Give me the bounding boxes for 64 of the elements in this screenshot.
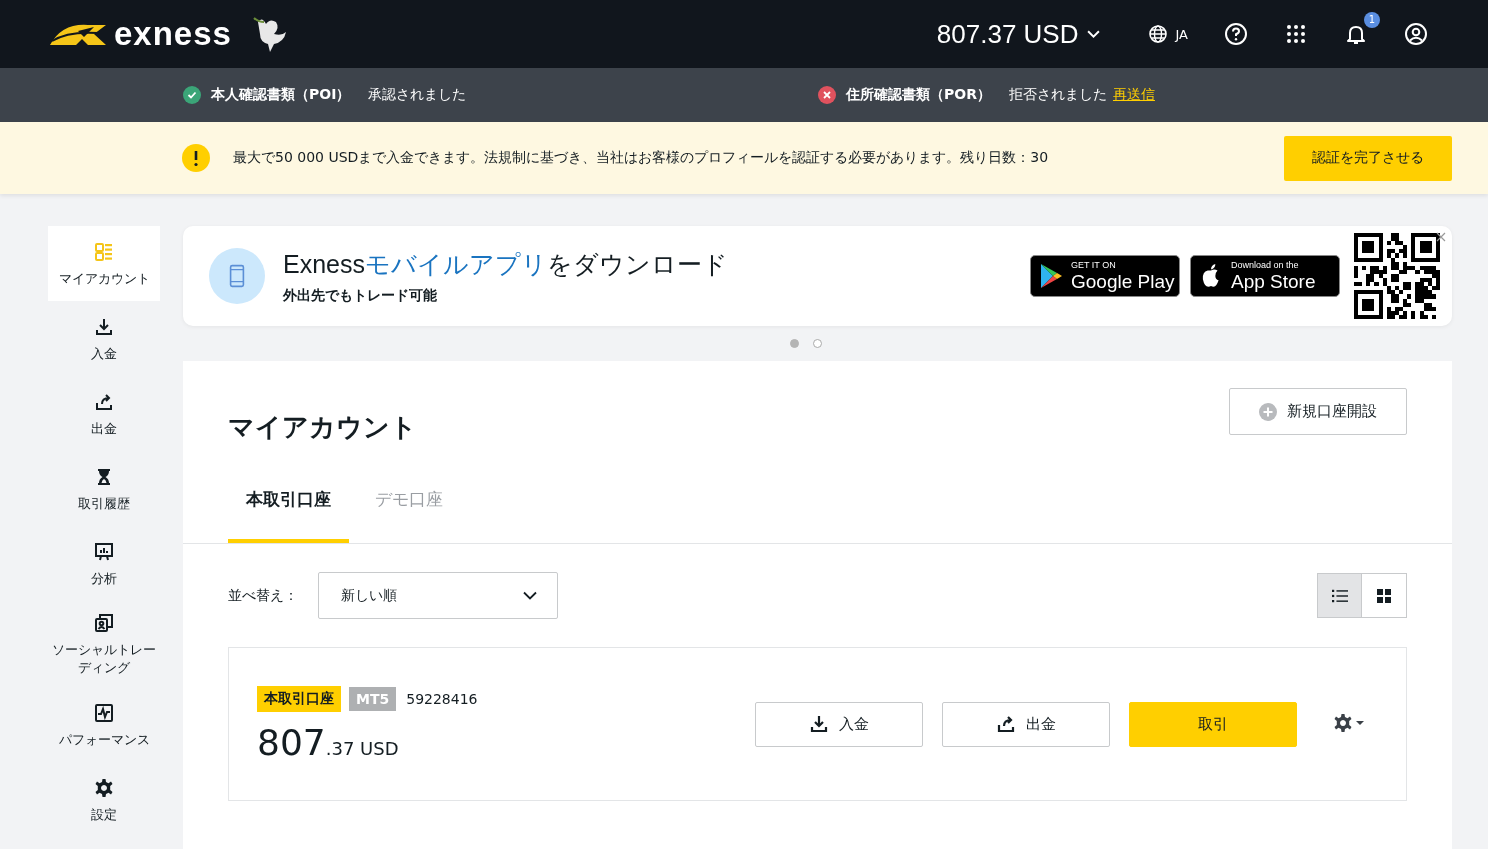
dashboard-icon — [94, 241, 114, 262]
download-icon — [94, 316, 114, 337]
chevron-down-icon — [1086, 29, 1100, 39]
upload-arrow-icon — [94, 391, 114, 412]
sort-dropdown[interactable]: 新しい順 — [318, 572, 558, 619]
account-type-tag: 本取引口座 — [257, 685, 341, 712]
sidebar-item[interactable]: 取引履歴 — [48, 451, 160, 526]
sort-label: 並べ替え： — [228, 586, 299, 605]
trade-button[interactable]: 取引 — [1129, 701, 1297, 747]
settings-menu-icon[interactable] — [1332, 713, 1366, 735]
list-view-button[interactable] — [1317, 573, 1362, 618]
document-status: 承認されました — [368, 86, 467, 104]
sidebar-item[interactable]: 設定 — [48, 762, 160, 837]
plus-circle-icon — [1259, 402, 1277, 421]
new-account-button[interactable]: 新規口座開設 — [1229, 388, 1407, 435]
chevron-down-icon — [523, 591, 537, 600]
upload-arrow-icon — [996, 714, 1016, 734]
error-circle-icon — [818, 86, 836, 104]
sidebar-item[interactable]: 入金 — [48, 301, 160, 376]
withdraw-button[interactable]: 出金 — [942, 701, 1110, 747]
notification-count: 1 — [1364, 12, 1380, 28]
document-status: 拒否されました — [1008, 86, 1107, 104]
list-icon — [1331, 588, 1348, 603]
warning-icon — [182, 144, 210, 172]
sidebar-item[interactable]: 出金 — [48, 376, 160, 451]
help-icon[interactable] — [1224, 22, 1248, 46]
balance-dropdown[interactable]: 807.37 USD — [936, 18, 1100, 50]
smartphone-icon — [229, 263, 245, 289]
sidebar-item[interactable]: 分析 — [48, 526, 160, 601]
platform-tag: MT5 — [349, 686, 397, 711]
account-number: 59228416 — [406, 690, 478, 707]
chart-board-icon — [94, 541, 114, 562]
google-play-badge[interactable]: GET IT ON Google Play — [1030, 255, 1180, 297]
account-type-tab[interactable]: 本取引口座 — [228, 471, 349, 543]
copy-person-icon — [94, 613, 114, 633]
sidebar-item[interactable]: マイアカウント — [48, 226, 160, 301]
settings-icon — [94, 777, 114, 798]
notice-text: 最大で50 000 USDまで入金できます。法規制に基づき、当社はお客様のプロフィールを認証する必要があります。残り日数：30 — [233, 149, 1050, 167]
check-circle-icon — [183, 86, 201, 104]
deposit-button[interactable]: 入金 — [755, 701, 923, 747]
close-icon[interactable] — [1436, 232, 1446, 242]
document-label: 住所確認書類（POR） — [846, 86, 991, 104]
sidebar-item[interactable]: ソーシャルトレーディング — [48, 601, 160, 687]
globe-icon — [1147, 24, 1168, 44]
document-label: 本人確認書類（POI） — [211, 86, 351, 104]
language-button[interactable]: JA — [1147, 24, 1188, 44]
play-triangle-icon — [1039, 263, 1063, 289]
promo-title: Exnessモバイルアプリ をダウンロード — [283, 248, 729, 280]
complete-verification-button[interactable]: 認証を完了させる — [1284, 135, 1452, 181]
apps-grid-icon[interactable] — [1284, 22, 1308, 46]
grid-view-button[interactable] — [1362, 573, 1407, 618]
logo-text[interactable]: exness — [114, 15, 232, 53]
account-balance: 807.37 USD — [257, 721, 400, 763]
sidebar-item[interactable]: パフォーマンス — [48, 687, 160, 762]
grid-icon — [1376, 588, 1392, 603]
carousel-dot[interactable] — [812, 339, 822, 348]
pulse-chart-icon — [94, 702, 114, 723]
page-title: マイアカウント — [228, 411, 417, 444]
promo-subtitle: 外出先でもトレード可能 — [283, 286, 438, 305]
carousel-dot[interactable] — [789, 339, 799, 348]
user-icon[interactable] — [1404, 22, 1428, 46]
resend-link[interactable]: 再送信 — [1112, 86, 1155, 104]
download-icon — [809, 714, 829, 734]
app-store-badge[interactable]: Download on the App Store — [1190, 255, 1340, 297]
